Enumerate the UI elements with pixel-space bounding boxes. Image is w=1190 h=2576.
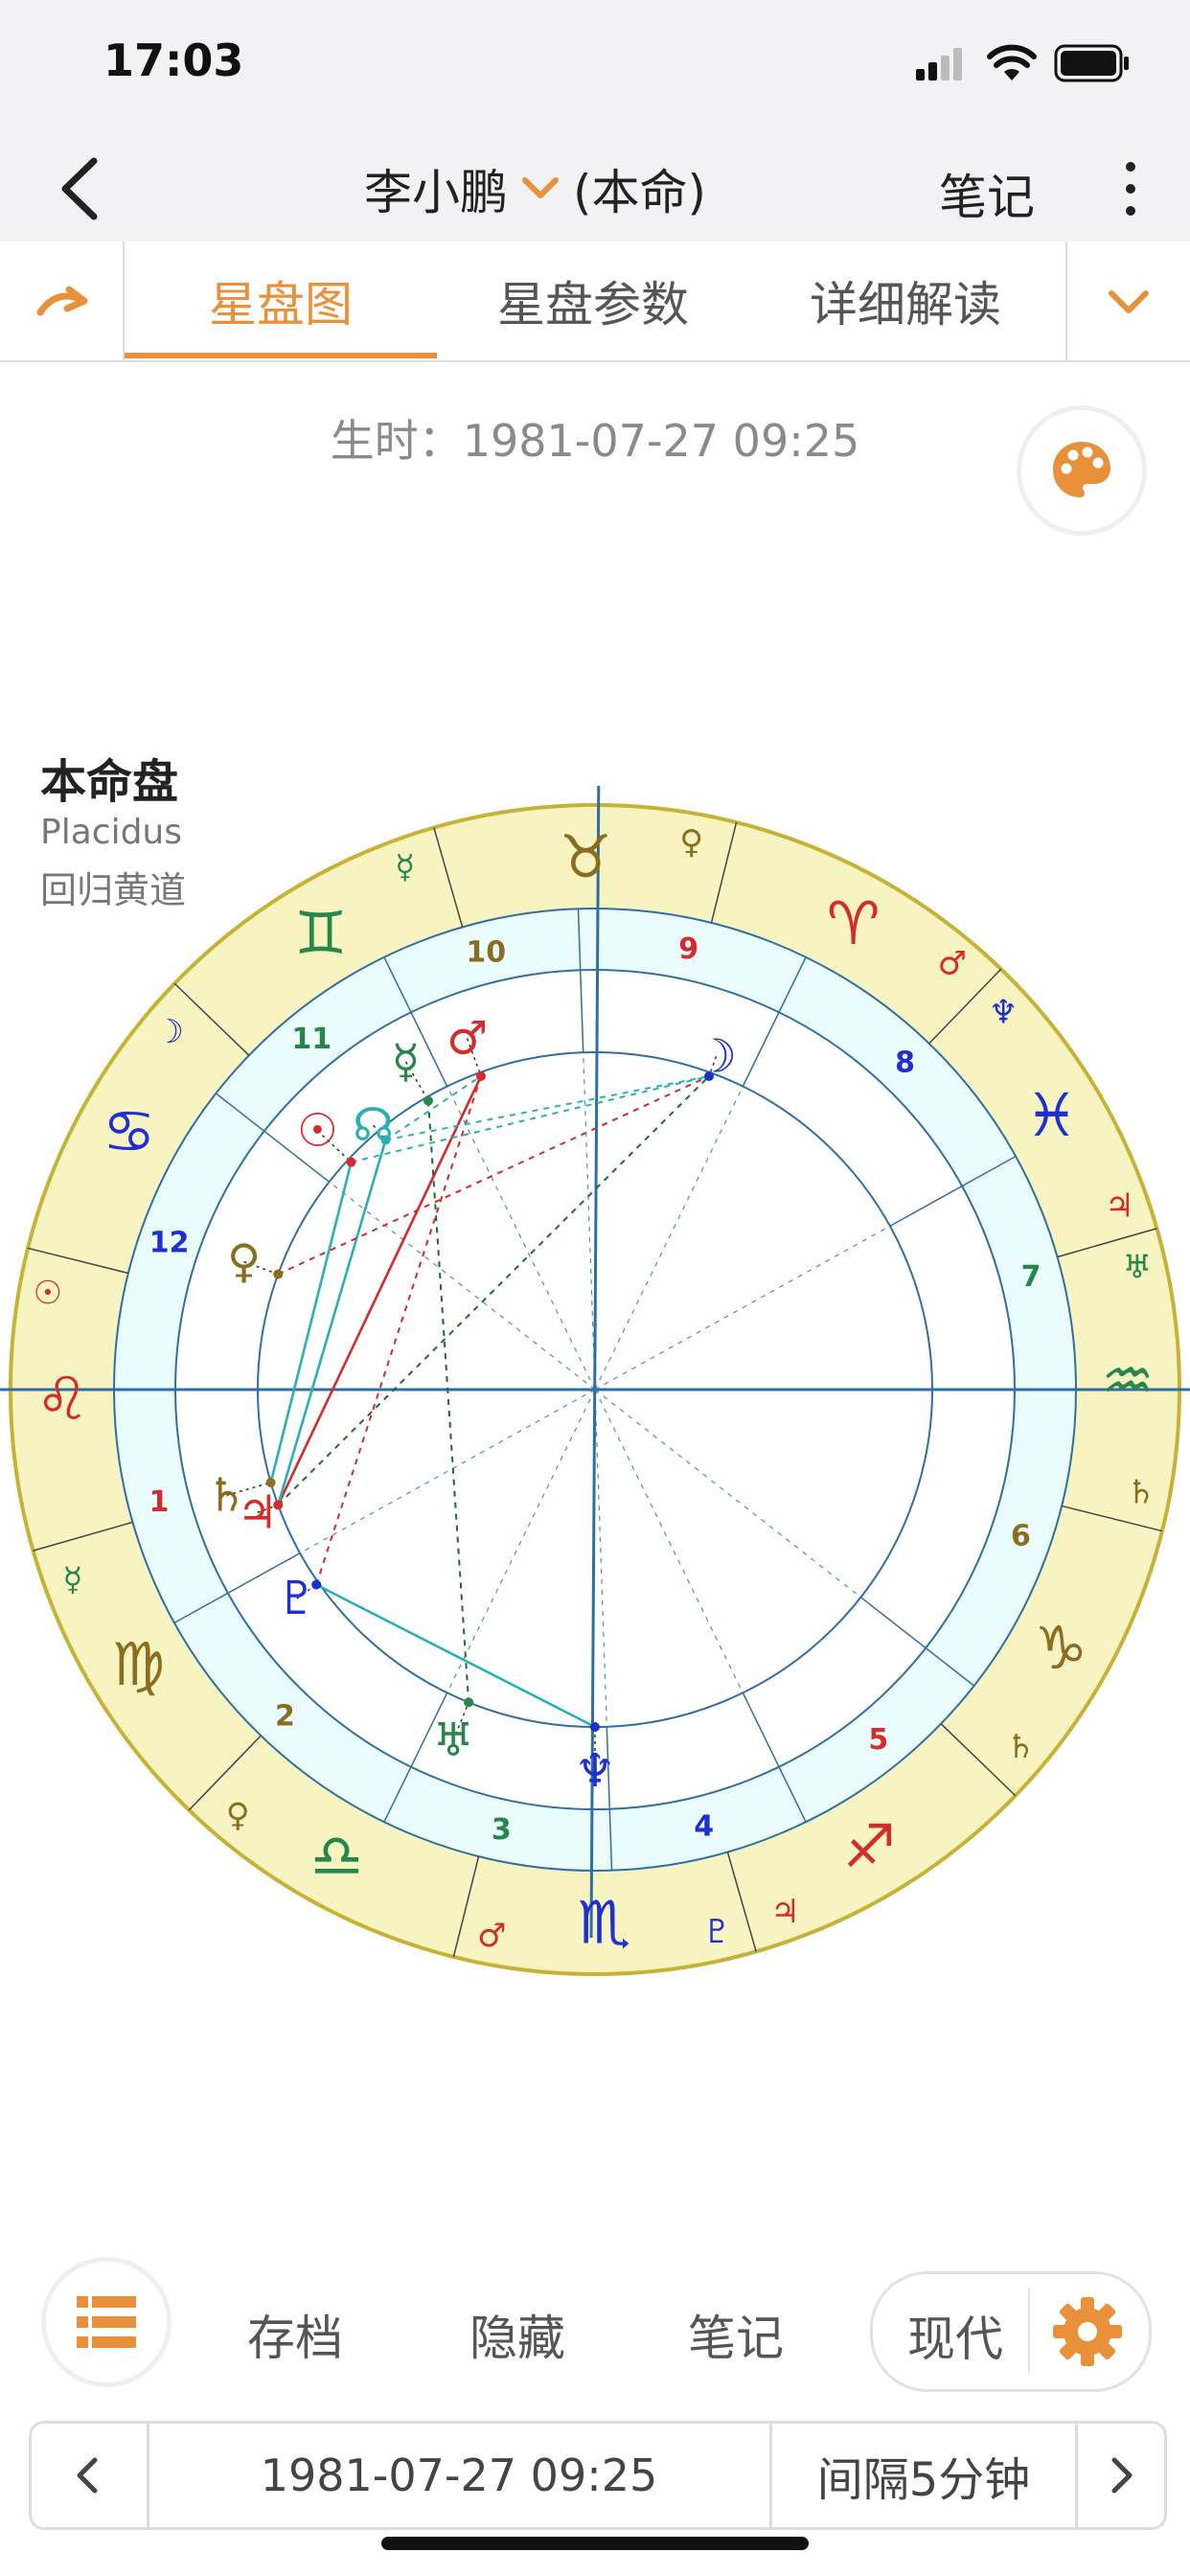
planet-marker [464, 1697, 474, 1708]
redo-arrow-icon [36, 286, 88, 316]
previous-chevron-icon[interactable] [32, 2424, 149, 2527]
sign-ruler-glyph: ☿ [395, 848, 415, 886]
house-number: 3 [492, 1813, 512, 1847]
tab-chart[interactable]: 星盘图 [125, 242, 437, 360]
sign-glyph: ♒ [1101, 1346, 1155, 1415]
planet-glyph-mars: ♂ [446, 1012, 488, 1066]
birth-time-value: 1981-07-27 09:25 [462, 415, 860, 467]
archive-button[interactable]: 存档 [247, 2300, 343, 2369]
planet-glyph-neptune: ♆ [574, 1744, 615, 1798]
house-number: 11 [291, 1023, 332, 1056]
active-tab-indicator [125, 353, 437, 358]
planet-marker [423, 1095, 433, 1106]
nav-bar: 李小鹏 (本命) 笔记 [0, 134, 1190, 243]
mode-modern-button[interactable]: 现代 [907, 2301, 1003, 2370]
time-interval-button[interactable]: 间隔5分钟 [772, 2424, 1078, 2527]
hide-button[interactable]: 隐藏 [469, 2300, 565, 2369]
more-vertical-icon[interactable] [1111, 157, 1150, 220]
sign-ruler-glyph: ♄ [1006, 1728, 1035, 1766]
house-number: 12 [149, 1226, 190, 1259]
current-datetime[interactable]: 1981-07-27 09:25 [149, 2424, 772, 2527]
status-time: 17:03 [103, 34, 244, 86]
sign-glyph: ♑ [1034, 1613, 1087, 1683]
sign-glyph: ♋ [103, 1096, 156, 1166]
planet-glyph-jupiter: ♃ [237, 1485, 278, 1539]
wifi-icon [987, 44, 1037, 80]
tab-bar: 星盘图 星盘参数 详细解读 [0, 242, 1190, 362]
sign-glyph: ♎ [310, 1821, 364, 1891]
sign-ruler-glyph: ♂ [938, 945, 967, 983]
date-navigation-bar: 1981-07-27 09:25 间隔5分钟 [29, 2421, 1167, 2530]
sign-ruler-glyph: ♂ [477, 1917, 506, 1955]
chevron-down-icon [1109, 290, 1149, 313]
planet-marker [475, 1070, 486, 1081]
theme-palette-button[interactable] [1021, 410, 1142, 531]
house-number: 6 [1011, 1520, 1031, 1553]
house-number: 5 [868, 1723, 888, 1757]
birth-time-label: 生时： [330, 415, 463, 467]
tab-detailed-reading[interactable]: 详细解读 [749, 242, 1062, 360]
house-number: 8 [895, 1046, 915, 1080]
birth-time: 生时：1981-07-27 09:25 [0, 406, 1190, 470]
house-number: 10 [466, 935, 506, 969]
sign-glyph: ♏ [578, 1887, 631, 1957]
tab-chart-parameters[interactable]: 星盘参数 [437, 242, 749, 360]
tab-dropdown-button[interactable] [1065, 242, 1190, 360]
planet-marker [590, 1722, 600, 1732]
notes-button[interactable]: 笔记 [939, 159, 1035, 228]
sign-ruler-glyph: ♀ [679, 823, 703, 862]
sign-ruler-glyph: ♅ [1123, 1248, 1152, 1286]
sign-ruler-glyph: ♀ [226, 1796, 250, 1834]
planet-glyph-venus: ♀ [227, 1235, 261, 1289]
sign-glyph: ♐ [843, 1811, 897, 1881]
astrology-mode-control: 现代 [870, 2271, 1152, 2392]
next-chevron-icon[interactable] [1078, 2424, 1164, 2527]
planet-glyph-moon: ☽ [696, 1029, 737, 1083]
status-bar: 17:03 [0, 0, 1190, 134]
planet-glyph-node: ☊ [353, 1098, 394, 1152]
sign-glyph: ♌ [35, 1364, 89, 1434]
sign-glyph: ♊ [294, 898, 348, 968]
chart-owner-selector[interactable]: 李小鹏 (本命) [364, 155, 706, 222]
planet-glyph-pluto: ♇ [276, 1572, 317, 1625]
planet-marker [273, 1269, 284, 1279]
sign-glyph: ♉ [559, 822, 612, 892]
back-chevron-icon[interactable] [48, 155, 115, 222]
sign-ruler-glyph: ♆ [989, 994, 1018, 1032]
divider [1028, 2288, 1030, 2374]
planet-marker [346, 1157, 356, 1167]
chevron-down-icon [522, 177, 559, 198]
chart-kind: (本命) [573, 165, 707, 220]
sign-ruler-glyph: ☿ [63, 1560, 83, 1598]
house-number: 9 [678, 932, 698, 966]
palette-icon [1053, 442, 1110, 497]
battery-icon [1054, 44, 1129, 82]
planet-glyph-uranus: ♅ [433, 1714, 474, 1767]
planet-glyph-mercury: ☿ [392, 1035, 420, 1089]
house-number: 1 [149, 1485, 170, 1519]
sign-glyph: ♈ [827, 888, 881, 958]
planet-glyph-sun: ☉ [297, 1104, 338, 1158]
sign-ruler-glyph: ☉ [34, 1274, 62, 1312]
gear-icon[interactable] [1049, 2293, 1126, 2370]
owner-name: 李小鹏 [364, 165, 508, 220]
sign-glyph: ♓ [1025, 1080, 1079, 1150]
redo-button[interactable] [0, 242, 125, 360]
sign-ruler-glyph: ♃ [1105, 1186, 1133, 1225]
sign-glyph: ♍ [112, 1629, 166, 1699]
list-icon [77, 2296, 136, 2348]
cellular-signal-icon [916, 48, 962, 80]
house-number: 7 [1021, 1260, 1041, 1294]
sign-ruler-glyph: ☽ [154, 1013, 183, 1051]
sign-ruler-glyph: ♇ [702, 1913, 731, 1951]
sign-ruler-glyph: ♄ [1127, 1474, 1156, 1512]
natal-chart-wheel[interactable]: ♒♄♅♓♃♆♈♂♉ ♀♊☿♋☽♌☉♍☿♎♀♏♂ ♇♐♃♑♄ 123 456789101… [0, 786, 1190, 1984]
sign-ruler-glyph: ♃ [770, 1893, 799, 1931]
house-number: 4 [694, 1810, 714, 1844]
notes-bottom-button[interactable]: 笔记 [688, 2300, 784, 2369]
house-number: 2 [275, 1699, 295, 1733]
home-indicator [381, 2537, 809, 2550]
list-button[interactable] [46, 2262, 167, 2382]
